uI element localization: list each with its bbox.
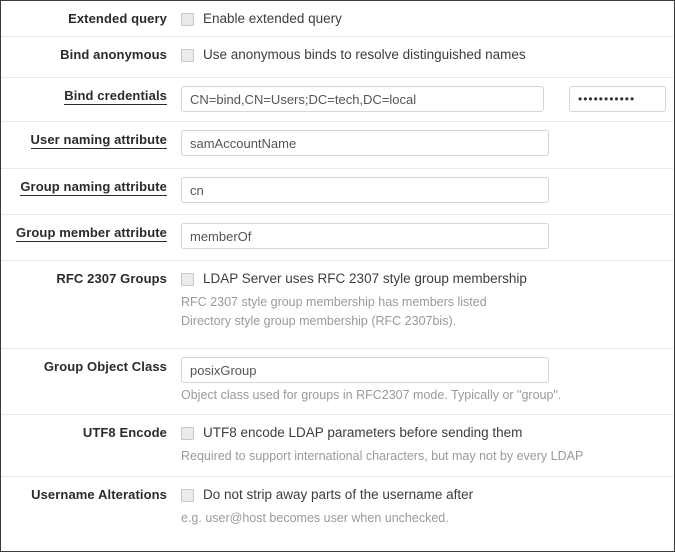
help-line: Directory style group membership (RFC 23… [181,314,457,328]
checkbox-bind-anonymous[interactable] [181,48,194,62]
row-control-cell: Enable extended query [181,1,674,37]
row-label-cell: User naming attribute [1,122,181,158]
group-member-attribute-input[interactable] [181,223,549,249]
row-control-cell: Use anonymous binds to resolve distingui… [181,37,674,73]
bind-credentials-fields [181,86,666,112]
form-row-bind-credentials: Bind credentials [1,78,674,122]
help-text-rfc-2307-groups: RFC 2307 style group membership has memb… [181,293,666,331]
row-label-cell: RFC 2307 Groups [1,261,181,297]
checkbox-line: Do not strip away parts of the username … [181,485,666,505]
label-group-naming-attribute: Group naming attribute [20,179,167,196]
ldap-settings-form: Extended query Enable extended query Bin… [1,1,674,543]
checkbox-extended-query[interactable] [181,12,194,26]
help-line: RFC 2307 style group membership has memb… [181,295,487,309]
row-label-cell: Group Object Class [1,349,181,385]
row-control-cell: Do not strip away parts of the username … [181,477,674,536]
label-extended-query: Extended query [68,11,167,26]
form-row-bind-anonymous: Bind anonymous Use anonymous binds to re… [1,37,674,78]
row-control-cell: UTF8 encode LDAP parameters before sendi… [181,415,674,474]
help-line: e.g. user@host becomes user when uncheck… [181,511,449,525]
form-row-rfc-2307-groups: RFC 2307 Groups LDAP Server uses RFC 230… [1,261,674,349]
row-control-cell [181,122,674,164]
bind-dn-input[interactable] [181,86,544,112]
label-bind-credentials: Bind credentials [64,88,167,105]
bind-password-wrap [569,86,666,112]
row-label-cell: UTF8 Encode [1,415,181,451]
row-control-cell [181,215,674,257]
row-control-cell: LDAP Server uses RFC 2307 style group me… [181,261,674,339]
row-label-cell: Group naming attribute [1,169,181,205]
help-line: Required to support international charac… [181,449,584,463]
help-text-username-alterations: e.g. user@host becomes user when uncheck… [181,509,666,528]
group-object-class-input[interactable] [181,357,549,383]
group-naming-attribute-input[interactable] [181,177,549,203]
checkbox-utf8-encode[interactable] [181,426,194,440]
row-control-cell: Object class used for groups in RFC2307 … [181,349,674,413]
checkbox-line: UTF8 encode LDAP parameters before sendi… [181,423,666,443]
label-group-member-attribute: Group member attribute [16,225,167,242]
checkbox-line: Enable extended query [181,9,666,29]
help-line: Object class used for groups in RFC2307 … [181,388,562,402]
label-group-object-class: Group Object Class [43,359,167,374]
row-label-cell: Bind credentials [1,78,181,114]
checkbox-rfc-2307-groups[interactable] [181,272,194,286]
checkbox-label-bind-anonymous[interactable]: Use anonymous binds to resolve distingui… [203,46,526,64]
label-bind-anonymous: Bind anonymous [60,47,167,62]
checkbox-label-utf8-encode[interactable]: UTF8 encode LDAP parameters before sendi… [203,424,522,442]
row-label-cell: Group member attribute [1,215,181,251]
label-rfc-2307-groups: RFC 2307 Groups [56,271,167,286]
help-text-utf8-encode: Required to support international charac… [181,447,666,466]
row-control-cell [181,169,674,211]
row-control-cell [181,78,674,120]
form-row-group-object-class: Group Object Class Object class used for… [1,349,674,415]
checkbox-line: Use anonymous binds to resolve distingui… [181,45,666,65]
form-row-group-naming-attribute: Group naming attribute [1,169,674,215]
row-label-cell: Bind anonymous [1,37,181,73]
form-row-utf8-encode: UTF8 Encode UTF8 encode LDAP parameters … [1,415,674,477]
bind-password-input[interactable] [569,86,666,112]
user-naming-attribute-input[interactable] [181,130,549,156]
label-user-naming-attribute: User naming attribute [30,132,167,149]
label-utf8-encode: UTF8 Encode [82,425,167,440]
row-label-cell: Extended query [1,1,181,37]
checkbox-label-extended-query[interactable]: Enable extended query [203,10,342,28]
row-label-cell: Username Alterations [1,477,181,513]
form-row-user-naming-attribute: User naming attribute [1,122,674,169]
checkbox-line: LDAP Server uses RFC 2307 style group me… [181,269,666,289]
help-text-group-object-class: Object class used for groups in RFC2307 … [181,386,666,405]
ldap-settings-panel: Extended query Enable extended query Bin… [0,0,675,552]
form-row-extended-query: Extended query Enable extended query [1,1,674,37]
form-row-username-alterations: Username Alterations Do not strip away p… [1,477,674,543]
checkbox-label-username-alterations[interactable]: Do not strip away parts of the username … [203,486,473,504]
form-row-group-member-attribute: Group member attribute [1,215,674,261]
label-username-alterations: Username Alterations [31,487,167,502]
checkbox-username-alterations[interactable] [181,488,194,502]
checkbox-label-rfc-2307-groups[interactable]: LDAP Server uses RFC 2307 style group me… [203,270,527,288]
